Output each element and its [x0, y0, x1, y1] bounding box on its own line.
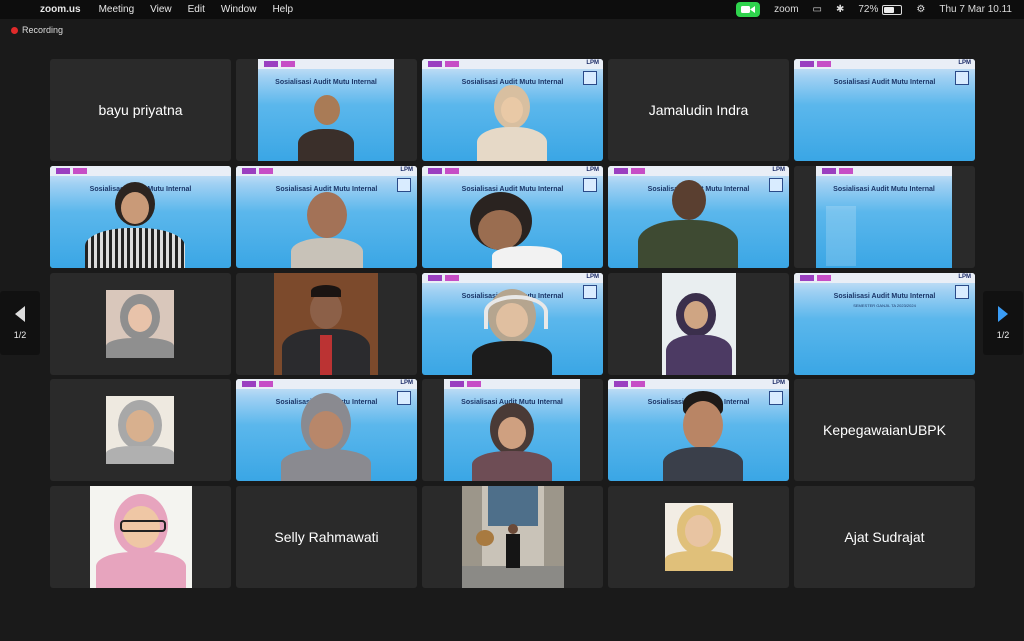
- participant-tile-video[interactable]: LPM Sosialisasi Audit Mutu Internal SEME…: [794, 273, 975, 375]
- participant-tile-photo[interactable]: [422, 486, 603, 588]
- participant-tile-video[interactable]: Sosialisasi Audit Mutu Internal: [236, 59, 417, 161]
- participant-tile-video[interactable]: LPM Sosialisasi Audit Mutu Internal: [236, 166, 417, 268]
- participant-tile-photo[interactable]: [608, 486, 789, 588]
- lpm-logo: LPM: [958, 60, 971, 66]
- page-indicator: 1/2: [13, 330, 27, 340]
- chevron-left-icon: [15, 306, 25, 322]
- slide-subtitle: SEMESTER GANJIL TA 2023/2024: [853, 303, 916, 308]
- participant-tile-photo[interactable]: [50, 273, 231, 375]
- participant-tile-video[interactable]: LPM Sosialisasi Audit Mutu Internal: [608, 379, 789, 481]
- participant-tile-video[interactable]: LPM Sosialisasi Audit Mutu Internal: [422, 273, 603, 375]
- participant-tile-photo[interactable]: [50, 379, 231, 481]
- lpm-logo: LPM: [958, 274, 971, 280]
- recording-dot-icon: [11, 26, 18, 34]
- menu-bar: zoom.us Meeting View Edit Window Help zo…: [0, 0, 1024, 19]
- participant-tile-video[interactable]: Sosialisasi Audit Mutu Internal: [794, 166, 975, 268]
- participant-tile-video[interactable]: LPM Sosialisasi Audit Mutu Internal: [422, 59, 603, 161]
- clock[interactable]: Thu 7 Mar 10.11: [939, 4, 1012, 15]
- battery-percent: 72%: [858, 4, 879, 15]
- battery-icon: [882, 4, 903, 15]
- lpm-logo: LPM: [772, 167, 785, 173]
- slide-title: Sosialisasi Audit Mutu Internal: [275, 79, 377, 86]
- participant-tile-photo[interactable]: [236, 273, 417, 375]
- recording-label: Recording: [22, 25, 64, 35]
- avatar: [665, 503, 733, 571]
- menu-edit[interactable]: Edit: [188, 4, 205, 15]
- next-page-button[interactable]: 1/2: [983, 291, 1023, 355]
- participant-name: Ajat Sudrajat: [844, 529, 925, 545]
- participant-tile-photo[interactable]: [608, 273, 789, 375]
- participant-tile-video[interactable]: LPM Sosialisasi Audit Mutu Internal: [608, 166, 789, 268]
- lpm-logo: LPM: [586, 60, 599, 66]
- menu-meeting[interactable]: Meeting: [99, 4, 135, 15]
- battery-indicator[interactable]: 72%: [858, 4, 903, 15]
- zoom-status-label[interactable]: zoom: [774, 4, 798, 15]
- participant-tile-video[interactable]: Sosialisasi Audit Mutu Internal: [422, 379, 603, 481]
- avatar: [274, 273, 378, 375]
- participant-name: bayu priyatna: [98, 102, 183, 118]
- avatar: [90, 486, 192, 588]
- video-camera-icon[interactable]: [736, 2, 761, 17]
- participant-tile-kepegawaianubpk[interactable]: KepegawaianUBPK: [794, 379, 975, 481]
- participant-name: KepegawaianUBPK: [823, 422, 946, 438]
- control-center-icon[interactable]: ⚙: [916, 4, 925, 15]
- lpm-logo: LPM: [400, 167, 413, 173]
- participant-name: Selly Rahmawati: [274, 529, 379, 545]
- participant-tile-ajat-sudrajat[interactable]: Ajat Sudrajat: [794, 486, 975, 588]
- menu-help[interactable]: Help: [272, 4, 293, 15]
- menu-window[interactable]: Window: [221, 4, 257, 15]
- participant-tile-active-speaker[interactable]: Sosialisasi Audit Mutu Internal: [50, 166, 231, 268]
- participant-tile-selly-rahmawati[interactable]: Selly Rahmawati: [236, 486, 417, 588]
- lpm-logo: LPM: [400, 380, 413, 386]
- slide-title: Sosialisasi Audit Mutu Internal: [833, 293, 936, 300]
- page-indicator: 1/2: [996, 330, 1010, 340]
- app-menu[interactable]: zoom.us: [40, 4, 81, 15]
- participant-tile-video[interactable]: LPM Sosialisasi Audit Mutu Internal: [236, 379, 417, 481]
- avatar: [106, 396, 174, 464]
- participant-tile-photo[interactable]: [50, 486, 231, 588]
- previous-page-button[interactable]: 1/2: [0, 291, 40, 355]
- participant-tile-video[interactable]: LPM Sosialisasi Audit Mutu Internal: [794, 59, 975, 161]
- recording-indicator[interactable]: Recording: [11, 25, 63, 35]
- bluetooth-icon[interactable]: ✱: [836, 4, 844, 15]
- lpm-logo: LPM: [586, 167, 599, 173]
- slide-title: Sosialisasi Audit Mutu Internal: [833, 186, 935, 193]
- participant-tile-video[interactable]: LPM Sosialisasi Audit Mutu Internal: [422, 166, 603, 268]
- slide-title: Sosialisasi Audit Mutu Internal: [833, 79, 936, 86]
- avatar: [106, 290, 174, 358]
- avatar: [662, 273, 736, 375]
- screen-icon[interactable]: ▭: [813, 4, 822, 15]
- lpm-logo: LPM: [586, 274, 599, 280]
- zoom-meeting-window: Recording bayu priyatna Sosialisasi Audi…: [0, 19, 1024, 641]
- participant-name: Jamaludin Indra: [648, 102, 749, 118]
- chevron-right-icon: [998, 306, 1008, 322]
- menu-view[interactable]: View: [150, 4, 172, 15]
- avatar: [462, 486, 564, 588]
- participant-tile-bayu-priyatna[interactable]: bayu priyatna: [50, 59, 231, 161]
- lpm-logo: LPM: [772, 380, 785, 386]
- participant-tile-jamaludin-indra[interactable]: Jamaludin Indra: [608, 59, 789, 161]
